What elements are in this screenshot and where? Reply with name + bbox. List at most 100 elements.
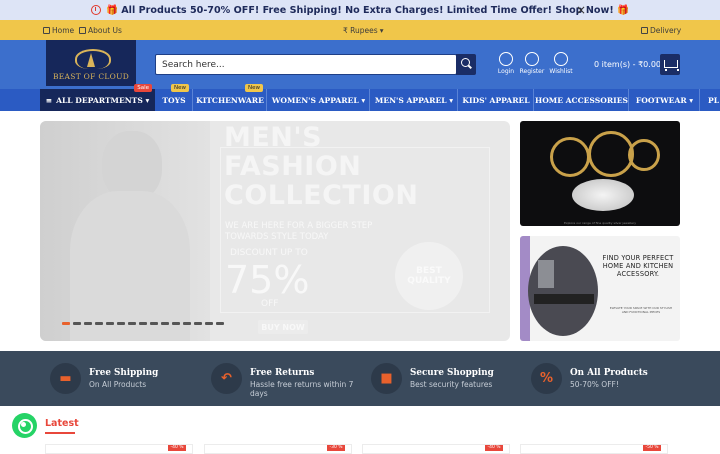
- announcement-text: 🎁 All Products 50-70% OFF! Free Shipping…: [105, 4, 630, 16]
- pedestal-image: [572, 179, 634, 211]
- new-badge: New: [245, 84, 263, 92]
- slider-dot[interactable]: [183, 322, 191, 325]
- cart-icon[interactable]: [660, 54, 680, 75]
- return-arrow-icon: ↶: [211, 363, 242, 394]
- nav-label: KIDS' APPAREL: [462, 95, 530, 105]
- main-nav: ≡ ALL DEPARTMENTS ▾ Sale TOYS New KITCHE…: [0, 84, 720, 111]
- search-input[interactable]: Search here...: [155, 54, 457, 75]
- slider-dot[interactable]: [106, 322, 114, 325]
- slider-dot[interactable]: [216, 322, 224, 325]
- wishlist-label: Wishlist: [549, 68, 573, 75]
- product-card[interactable]: -50 %: [520, 444, 668, 454]
- jewellery-caption: Explore our range of fine quality silver…: [563, 221, 636, 225]
- home-link[interactable]: Home: [43, 26, 74, 35]
- features-band: ▬ Free Shipping On All Products ↶ Free R…: [0, 351, 720, 406]
- kitchen-fineprint: ELEVATE YOUR SPACE WITH OUR STYLISH AND …: [609, 306, 673, 314]
- slider-dot[interactable]: [172, 322, 180, 325]
- search-button[interactable]: [456, 54, 476, 75]
- nav-all-departments[interactable]: ≡ ALL DEPARTMENTS ▾ Sale: [40, 84, 155, 111]
- nav-label: WOMEN'S APPAREL ▾: [271, 95, 366, 105]
- login-label: Login: [497, 68, 515, 75]
- slider-dot[interactable]: [161, 322, 169, 325]
- new-badge: New: [171, 84, 189, 92]
- about-link[interactable]: About Us: [79, 26, 122, 35]
- nav-footwear[interactable]: FOOTWEAR ▾: [629, 89, 700, 111]
- currency-label: ₹ Rupees: [343, 26, 378, 35]
- hero-title-line: COLLECTION: [224, 180, 419, 211]
- kitchen-banner[interactable]: FIND YOUR PERFECT HOME AND KITCHEN ACCES…: [520, 236, 680, 341]
- feature-title: Free Shipping: [89, 368, 159, 378]
- user-icon: [499, 52, 513, 66]
- slider-dot[interactable]: [117, 322, 125, 325]
- discount-badge: -40 %: [168, 445, 186, 451]
- nav-kitchenware[interactable]: KITCHENWARE New: [193, 84, 267, 111]
- delivery-label: Delivery: [650, 26, 682, 35]
- model-photo: [40, 121, 210, 341]
- compass-icon: [525, 52, 539, 66]
- jewellery-banner[interactable]: Explore our range of fine quality silver…: [520, 121, 680, 226]
- ring-image: [628, 139, 660, 171]
- feature-subtitle: 50-70% OFF!: [570, 380, 619, 389]
- nav-label: ALL DEPARTMENTS ▾: [56, 95, 150, 105]
- nav-womens-apparel[interactable]: WOMEN'S APPAREL ▾: [267, 89, 370, 111]
- nav-label: FOOTWEAR ▾: [635, 95, 694, 105]
- top-bar: Home About Us ₹ Rupees ▾ Delivery: [0, 20, 720, 40]
- nav-kids-apparel[interactable]: KIDS' APPAREL: [458, 89, 534, 111]
- nav-toys[interactable]: TOYS New: [155, 84, 193, 111]
- product-card[interactable]: -40 %: [45, 444, 193, 454]
- slider-dot[interactable]: [205, 322, 213, 325]
- slider-dot[interactable]: [150, 322, 158, 325]
- nav-overflow-item[interactable]: PL: [700, 89, 720, 111]
- site-logo[interactable]: BEAST OF CLOUD: [46, 40, 136, 86]
- slider-dot[interactable]: [194, 322, 202, 325]
- product-card[interactable]: -30 %: [204, 444, 352, 454]
- product-card[interactable]: -40 %: [362, 444, 510, 454]
- home-label: Home: [52, 26, 75, 35]
- nav-label: TOYS: [162, 95, 186, 105]
- register-button[interactable]: Register: [517, 52, 547, 75]
- slider-dot[interactable]: [62, 322, 70, 325]
- about-label: About Us: [88, 26, 122, 35]
- nav-home-accessories[interactable]: HOME ACCESSORIES: [534, 89, 629, 111]
- hero-discount-label: DISCOUNT UP TO: [230, 248, 308, 258]
- hero-title-line: MEN'S: [224, 122, 323, 153]
- logo-text: BEAST OF CLOUD: [52, 72, 130, 81]
- menu-icon: ≡: [45, 95, 53, 105]
- info-icon: [79, 27, 86, 34]
- close-announcement-button[interactable]: ×: [576, 3, 586, 17]
- slider-dot[interactable]: [139, 322, 147, 325]
- feature-title: Secure Shopping: [410, 368, 494, 378]
- truck-icon: [641, 27, 648, 34]
- eagle-wings-logo-icon: [73, 45, 111, 71]
- discount-badge: -30 %: [327, 445, 345, 451]
- slider-dot[interactable]: [95, 322, 103, 325]
- latest-underline: [45, 432, 75, 434]
- clock-icon: [90, 5, 101, 15]
- feature-subtitle: Hassle free returns within 7 days: [250, 380, 354, 398]
- slider-dot[interactable]: [84, 322, 92, 325]
- hero-percent: 75%: [225, 258, 310, 302]
- cart-summary[interactable]: 0 item(s) - ₹0.00: [594, 60, 661, 69]
- hero-off: OFF: [261, 299, 279, 309]
- whatsapp-chat-icon[interactable]: [12, 413, 37, 438]
- feature-subtitle: Best security features: [410, 380, 493, 389]
- buy-now-button[interactable]: BUY NOW: [258, 320, 308, 334]
- slider-dot[interactable]: [73, 322, 81, 325]
- nav-label: HOME ACCESSORIES: [535, 95, 628, 105]
- nav-label: PL: [708, 95, 720, 105]
- hero-slider[interactable]: MEN'S FASHION COLLECTION WE ARE HERE FOR…: [40, 121, 510, 341]
- percent-icon: %: [531, 363, 562, 394]
- slider-dot[interactable]: [128, 322, 136, 325]
- currency-selector[interactable]: ₹ Rupees ▾: [343, 26, 383, 35]
- discount-badge: -40 %: [485, 445, 503, 451]
- latest-heading[interactable]: Latest: [45, 418, 79, 429]
- hero-title: MEN'S FASHION COLLECTION: [224, 123, 418, 210]
- nav-mens-apparel[interactable]: MEN'S APPAREL ▾: [370, 89, 458, 111]
- truck-icon: ▬: [50, 363, 81, 394]
- feature-title: Free Returns: [250, 368, 315, 378]
- home-icon: [43, 27, 50, 34]
- discount-badge: -50 %: [643, 445, 661, 451]
- wishlist-button[interactable]: Wishlist: [546, 52, 576, 75]
- delivery-link[interactable]: Delivery: [641, 26, 681, 35]
- lock-icon: ■: [371, 363, 402, 394]
